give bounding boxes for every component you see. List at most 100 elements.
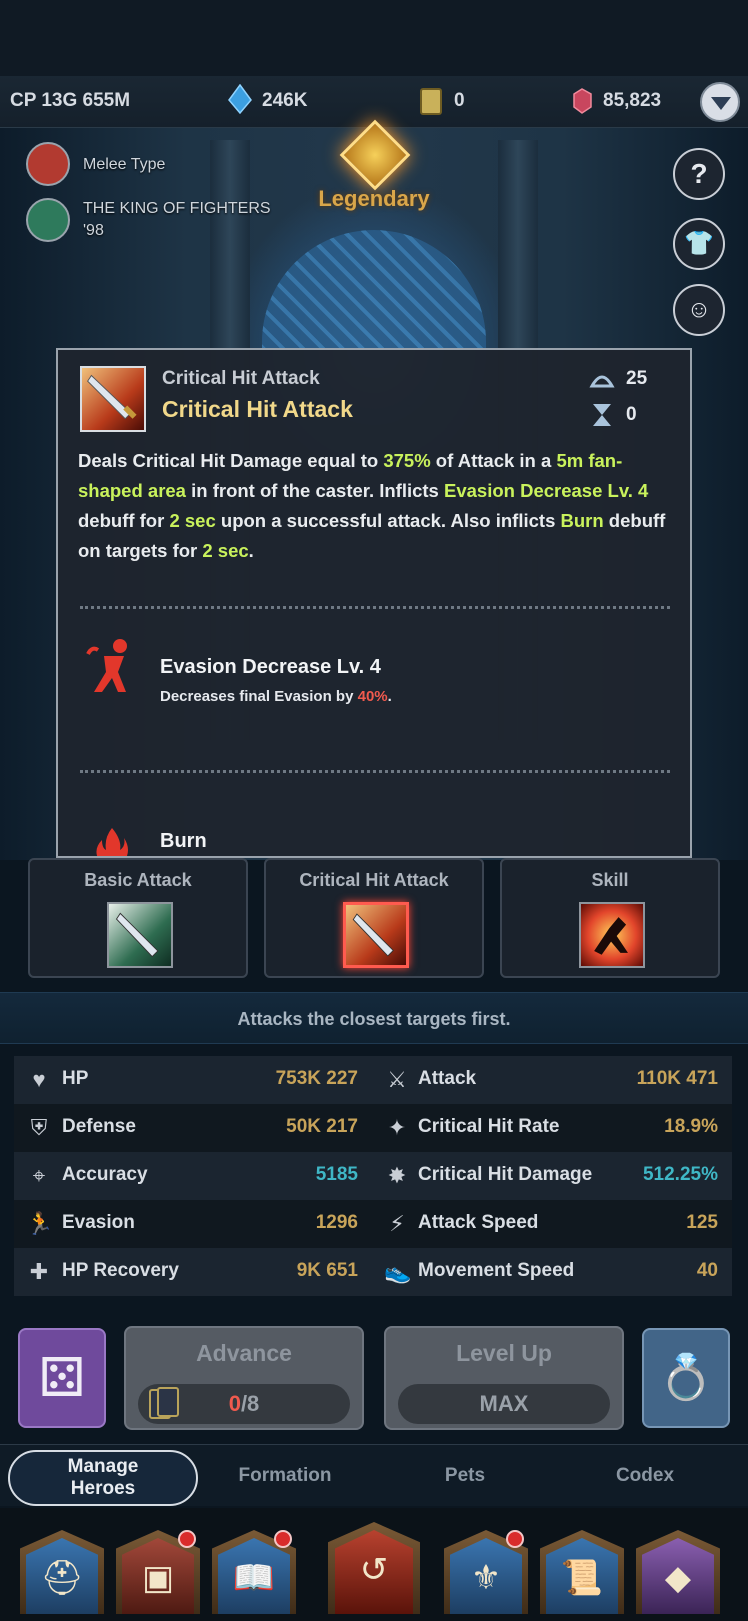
knight-helmet-icon: ⛑ xyxy=(26,1538,98,1614)
guild-shield-icon: ⚜ xyxy=(450,1538,522,1614)
tab-manage-heroes[interactable]: Manage Heroes xyxy=(8,1450,198,1506)
attack-speed-icon: ⚡ xyxy=(389,1211,405,1236)
critical-hit-skill-icon xyxy=(80,366,146,432)
level-up-status: MAX xyxy=(398,1384,610,1424)
stat-row: ♥ HP 753K 227 ⚔ Attack 110K 471 xyxy=(14,1056,732,1104)
basic-attack-icon xyxy=(107,902,173,968)
shield-icon: ⛨ xyxy=(30,1115,48,1140)
burn-icon xyxy=(96,828,128,856)
stat-value: 125 xyxy=(686,1212,718,1233)
advance-button[interactable]: Advance 0/8 xyxy=(124,1326,364,1430)
combat-power: CP 13G 655M xyxy=(10,90,131,111)
stat-value: 1296 xyxy=(315,1212,358,1233)
stat-name: Attack xyxy=(418,1068,477,1089)
stat-name: Movement Speed xyxy=(418,1260,575,1281)
stat-row: ⌖ Accuracy 5185 ✸ Critical Hit Damage 51… xyxy=(14,1152,732,1200)
advance-title: Advance xyxy=(196,1340,292,1366)
stats-table: ♥ HP 753K 227 ⚔ Attack 110K 471 ⛨ Defens… xyxy=(14,1056,732,1296)
stat-value: 110K 471 xyxy=(636,1068,718,1089)
stat-value: 18.9% xyxy=(664,1116,718,1137)
card-count: 0 xyxy=(454,90,465,111)
skill-icon xyxy=(579,902,645,968)
evasion-decrease-icon xyxy=(86,639,127,692)
skill-detail-popup: Critical Hit Attack Critical Hit Attack … xyxy=(56,348,692,858)
level-up-title: Level Up xyxy=(456,1340,552,1366)
hero-series-label: THE KING OF FIGHTERS xyxy=(83,200,271,217)
critical-rate-icon: ✦ xyxy=(387,1115,407,1140)
stat-value: 753K 227 xyxy=(275,1068,358,1089)
tab-label: Basic Attack xyxy=(84,870,192,890)
stat-name: Attack Speed xyxy=(418,1212,539,1233)
sword-icon: ⚔ xyxy=(387,1067,407,1092)
gem-icon xyxy=(573,88,592,114)
notification-dot xyxy=(274,1530,292,1548)
series-icon xyxy=(26,198,70,242)
help-button[interactable]: ? xyxy=(673,148,725,200)
dropdown-button[interactable] xyxy=(700,82,740,122)
tab-critical-hit-attack[interactable]: Critical Hit Attack xyxy=(264,858,484,978)
card-stack-icon xyxy=(149,1387,179,1419)
rarity-label: Legendary xyxy=(318,186,430,211)
stat-value: 50K 217 xyxy=(286,1116,358,1137)
hero-series-year: '98 xyxy=(83,222,104,239)
hourglass-icon xyxy=(593,404,611,426)
tab-basic-attack[interactable]: Basic Attack xyxy=(28,858,248,978)
status-bar xyxy=(0,0,748,76)
stat-value: 512.25% xyxy=(642,1164,718,1185)
scroll-icon: 📜 xyxy=(546,1538,618,1614)
melee-type-icon xyxy=(26,142,70,186)
stat-name: Accuracy xyxy=(62,1164,148,1185)
tab-label: Skill xyxy=(591,870,629,890)
gem-count: 85,823 xyxy=(603,90,662,111)
card-icon xyxy=(420,88,442,115)
critical-damage-icon: ✸ xyxy=(387,1163,407,1188)
tab-label: Critical Hit Attack xyxy=(299,870,449,890)
book-icon: 📖 xyxy=(218,1538,290,1614)
effect-title: Burn xyxy=(160,830,207,852)
stat-value: 9K 651 xyxy=(296,1260,358,1281)
portrait-button[interactable]: ☺ xyxy=(673,284,725,336)
stat-value: 5185 xyxy=(315,1164,358,1185)
stat-name: Critical Hit Damage xyxy=(418,1164,593,1185)
stat-name: Defense xyxy=(62,1116,136,1137)
crystal-icon xyxy=(228,84,252,114)
heart-icon: ♥ xyxy=(32,1067,46,1092)
tab-formation[interactable]: Formation xyxy=(210,1450,360,1506)
hero-type-label: Melee Type xyxy=(83,156,166,173)
divider xyxy=(80,770,670,773)
effect-description: Decreases final Evasion by 40%. xyxy=(160,688,392,705)
stat-name: HP xyxy=(62,1068,89,1089)
tab-skill[interactable]: Skill xyxy=(500,858,720,978)
crystal-count: 246K xyxy=(262,90,308,111)
shop-gem-icon: ◆ xyxy=(642,1538,714,1614)
notification-dot xyxy=(178,1530,196,1548)
ring-button[interactable]: 💍 xyxy=(642,1328,730,1428)
targeting-hint: Attacks the closest targets first. xyxy=(0,992,748,1044)
notification-dot xyxy=(506,1530,524,1548)
tab-codex[interactable]: Codex xyxy=(570,1450,720,1506)
tab-pets[interactable]: Pets xyxy=(390,1450,540,1506)
skill-category: Critical Hit Attack xyxy=(162,368,320,389)
divider xyxy=(80,606,670,609)
skill-title: Critical Hit Attack xyxy=(162,396,353,422)
stat-value: 40 xyxy=(696,1260,718,1281)
skill-cooldown: 25 xyxy=(626,368,648,389)
stat-row: ✚ HP Recovery 9K 651 👟 Movement Speed 40 xyxy=(14,1248,732,1296)
cooldown-icon xyxy=(589,375,615,388)
level-up-button[interactable]: Level Up MAX xyxy=(384,1326,624,1430)
dice-button[interactable]: ⚄ xyxy=(18,1328,106,1428)
skill-duration: 0 xyxy=(626,404,637,425)
costume-button[interactable]: 👕 xyxy=(673,218,725,270)
movement-speed-icon: 👟 xyxy=(384,1259,412,1284)
stat-name: Evasion xyxy=(62,1212,135,1233)
stat-name: Critical Hit Rate xyxy=(418,1116,560,1137)
return-arrow-icon: ↺ xyxy=(335,1530,413,1614)
crosshair-icon: ⌖ xyxy=(32,1163,46,1188)
skill-description: Deals Critical Hit Damage equal to 375% … xyxy=(78,450,666,561)
critical-hit-attack-icon xyxy=(343,902,409,968)
stat-name: HP Recovery xyxy=(62,1260,179,1281)
evasion-icon: 🏃 xyxy=(26,1211,54,1236)
stat-row: ⛨ Defense 50K 217 ✦ Critical Hit Rate 18… xyxy=(14,1104,732,1152)
hp-recovery-icon: ✚ xyxy=(29,1259,49,1284)
chest-icon: ▣ xyxy=(122,1538,194,1614)
